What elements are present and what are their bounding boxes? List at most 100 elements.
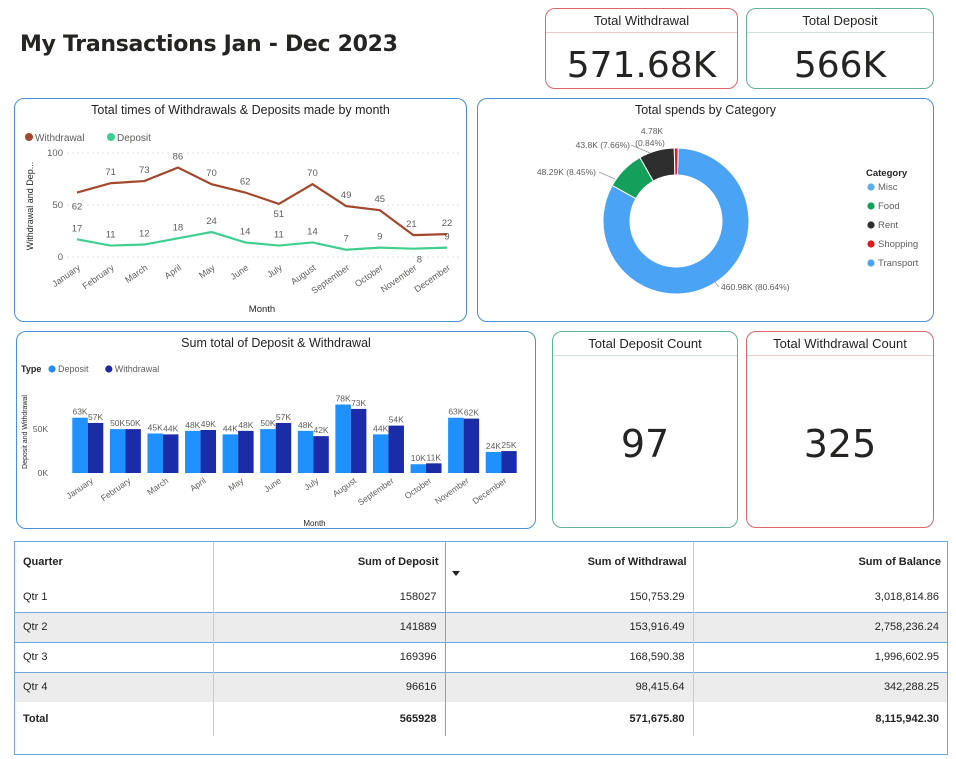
cell-withdrawal: 168,590.38 xyxy=(629,651,685,663)
data-label: 24K xyxy=(486,441,501,451)
cell-balance: 3,018,814.86 xyxy=(692,582,947,612)
data-label: 8 xyxy=(417,255,422,266)
x-tick-label: January xyxy=(50,262,82,289)
slice-label: 48.29K (8.45%) xyxy=(537,167,596,177)
y-tick-label: 50K xyxy=(33,424,48,434)
sort-descending-icon[interactable] xyxy=(451,570,460,576)
bar-withdrawal xyxy=(501,451,517,473)
donut-chart-card[interactable]: Total spends by Category 460.98K (80.64%… xyxy=(477,98,934,322)
kpi-value: 566K xyxy=(793,45,887,86)
bar-withdrawal xyxy=(87,422,104,473)
y-tick-label: 50 xyxy=(52,200,63,211)
bar-withdrawal xyxy=(463,418,480,473)
line-chart-card[interactable]: Total times of Withdrawals & Deposits ma… xyxy=(14,98,467,322)
bar-chart-card[interactable]: Sum total of Deposit & Withdrawal Type De… xyxy=(16,331,536,529)
legend-marker-withdrawal xyxy=(105,365,113,373)
data-label: 62K xyxy=(464,408,479,418)
data-label: 48K xyxy=(238,420,253,430)
data-label: 44K xyxy=(373,423,388,433)
data-label: 73K xyxy=(351,398,366,408)
deposit-count-card[interactable]: Total Deposit Count 97 xyxy=(552,331,738,528)
bar-deposit xyxy=(372,434,389,473)
data-label: 54K xyxy=(389,415,404,425)
data-label: 62 xyxy=(240,177,251,188)
x-tick-label: August xyxy=(331,475,359,499)
bar-deposit xyxy=(72,417,88,473)
bar-deposit xyxy=(297,430,314,473)
x-tick-label: July xyxy=(302,475,321,492)
x-tick-label: May xyxy=(197,262,217,280)
cell-quarter: Qtr 4 xyxy=(15,672,213,702)
bar-withdrawal xyxy=(426,463,442,473)
cell-deposit: 565928 xyxy=(212,702,446,736)
table-total-row[interactable]: Total 565928 571,675.80 8,115,942.30 xyxy=(15,702,947,736)
bar-withdrawal xyxy=(162,434,179,473)
bar-deposit xyxy=(448,417,464,473)
cell-balance: 1,996,602.95 xyxy=(692,642,947,672)
header-quarter[interactable]: Quarter xyxy=(15,542,213,582)
header-withdrawal[interactable]: Sum of Withdrawal xyxy=(445,542,693,582)
data-label: 57K xyxy=(276,412,291,422)
kpi-value: 97 xyxy=(620,422,670,466)
data-label: 11 xyxy=(106,230,116,241)
legend-marker-deposit xyxy=(48,365,56,373)
data-label: 62 xyxy=(72,202,83,213)
cell-balance: 8,115,942.30 xyxy=(692,702,947,736)
withdrawal-count-card[interactable]: Total Withdrawal Count 325 xyxy=(746,331,934,528)
cell-withdrawal: 571,675.80 xyxy=(629,713,685,725)
legend-label-food: Food xyxy=(878,201,900,212)
donut-chart: 460.98K (80.64%) 48.29K (8.45%) 43.8K (7.6… xyxy=(537,126,919,295)
card-label: Total Withdrawal xyxy=(546,9,737,33)
legend-title: Category xyxy=(866,168,908,179)
y-axis-label: Withdrawal and Dep... xyxy=(25,162,35,251)
table-row[interactable]: Qtr 4 96616 98,415.64 342,288.25 xyxy=(15,672,947,702)
x-tick-label: June xyxy=(262,475,283,494)
cell-quarter: Qtr 2 xyxy=(15,612,213,642)
table-row[interactable]: Qtr 1 158027 150,753.29 3,018,814.86 xyxy=(15,582,947,612)
total-withdrawal-card[interactable]: Total Withdrawal 571.68K xyxy=(545,8,738,89)
x-tick-label: September xyxy=(309,262,351,295)
bar-withdrawal xyxy=(388,425,404,473)
data-label: 7 xyxy=(343,234,348,245)
x-tick-label: April xyxy=(163,262,183,281)
cell-balance: 2,758,236.24 xyxy=(692,612,947,642)
legend-marker-food xyxy=(867,202,875,210)
header-deposit[interactable]: Sum of Deposit xyxy=(212,542,446,582)
series-line-deposit xyxy=(76,230,448,251)
cell-deposit: 169396 xyxy=(212,642,446,672)
chart-title: Total spends by Category xyxy=(634,103,777,117)
data-label: 18 xyxy=(173,222,184,233)
data-label: 45 xyxy=(374,194,385,205)
cell-quarter: Qtr 1 xyxy=(23,591,48,603)
data-label: 14 xyxy=(240,226,251,237)
data-label: 21 xyxy=(406,219,417,230)
data-label: 9 xyxy=(444,232,449,243)
total-deposit-card[interactable]: Total Deposit 566K xyxy=(746,8,934,89)
data-label: 24 xyxy=(206,216,217,227)
line-chart: Withdrawal Deposit 100 50 0 Withdrawal and De… xyxy=(25,133,461,315)
bar-chart: Type Deposit Withdrawal 50K 0K Deposit and Wi… xyxy=(21,364,517,528)
x-tick-label: June xyxy=(229,262,251,281)
card-label: Total Deposit Count xyxy=(553,332,737,356)
data-label: 12 xyxy=(139,229,150,240)
x-tick-label: August xyxy=(289,262,318,287)
table-row[interactable]: Qtr 3 169396 168,590.38 1,996,602.95 xyxy=(15,642,947,672)
quarter-summary-table[interactable]: Quarter Sum of Deposit Sum of Withdrawal… xyxy=(14,541,948,755)
data-label: 48K xyxy=(185,420,200,430)
header-balance[interactable]: Sum of Balance xyxy=(692,542,947,582)
chart-title: Sum total of Deposit & Withdrawal xyxy=(181,336,371,350)
table-row[interactable]: Qtr 2 141889 153,916.49 2,758,236.24 xyxy=(15,612,947,642)
data-label: 70 xyxy=(206,168,217,179)
y-axis-label: Deposit and Withdrawal xyxy=(22,395,29,469)
cell-deposit: 158027 xyxy=(212,582,446,612)
legend-label-withdrawal: Withdrawal xyxy=(115,364,160,374)
data-label: 11K xyxy=(427,452,442,462)
series-line-withdrawal xyxy=(76,166,448,237)
data-label: 50K xyxy=(260,418,275,428)
cell-quarter: Qtr 3 xyxy=(23,651,48,663)
x-tick-label: November xyxy=(379,262,419,294)
cell-withdrawal: 98,415.64 xyxy=(445,672,693,702)
bar-deposit xyxy=(335,404,351,473)
card-label: Total Deposit xyxy=(747,9,933,33)
cell-withdrawal: 150,753.29 xyxy=(629,591,685,603)
